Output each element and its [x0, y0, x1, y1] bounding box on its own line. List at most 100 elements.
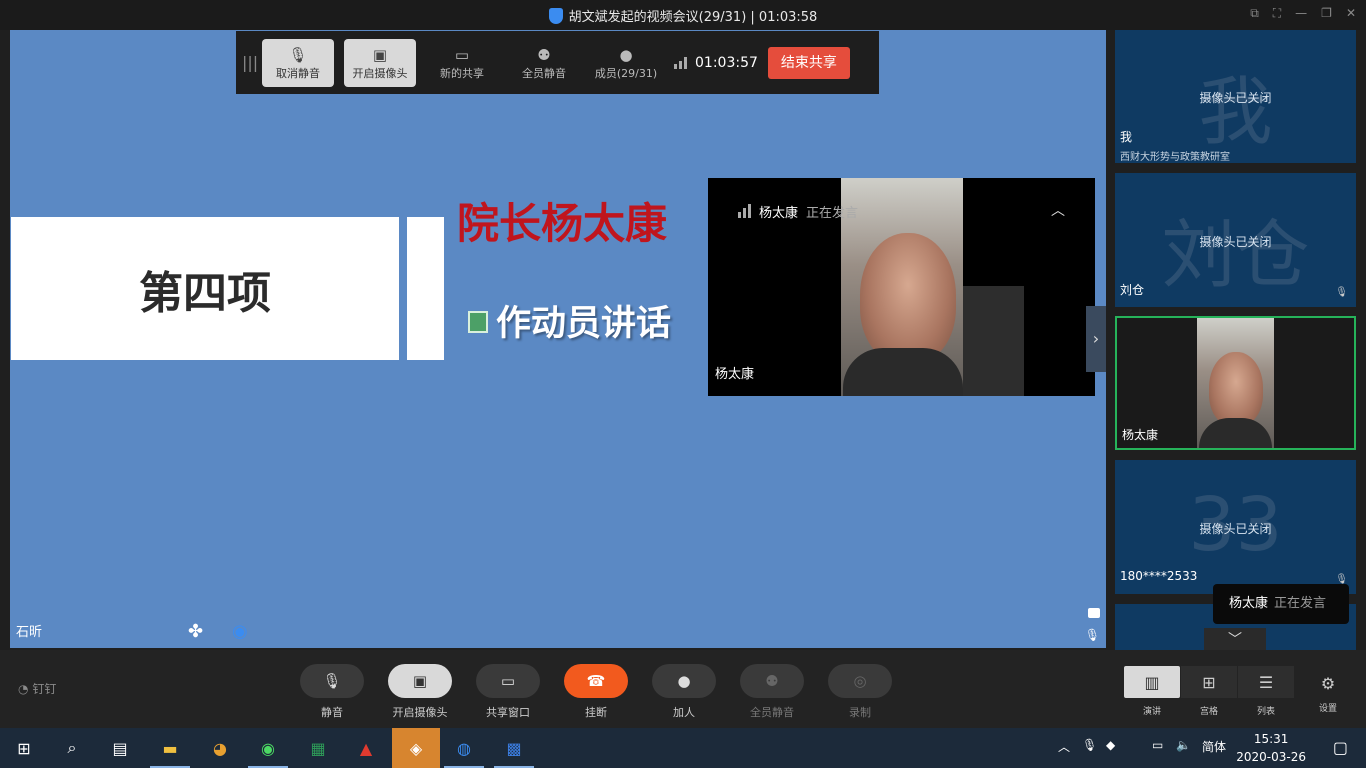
speaker-face	[860, 233, 956, 363]
folder-icon: ▬	[162, 738, 178, 758]
clock-time: 15:31	[1253, 732, 1289, 746]
speaker-body	[843, 348, 963, 396]
browser-icon: ◉	[232, 621, 248, 642]
mute-button[interactable]: 🎙 静音	[300, 664, 364, 720]
taskbar-excel[interactable]: ▦	[294, 728, 342, 768]
tray-shield-icon[interactable]: ◆	[1106, 738, 1115, 752]
slide-topic: 作动员讲话	[468, 295, 671, 346]
chat-icon[interactable]	[1088, 608, 1100, 618]
battery-icon[interactable]: ▭	[1152, 738, 1163, 752]
tray-expand-icon[interactable]: ︿	[1058, 738, 1070, 755]
signal-icon	[674, 56, 687, 69]
record-button[interactable]: ◎ 录制	[828, 664, 892, 720]
slide-section-box: 第四项	[11, 217, 399, 360]
new-share-button[interactable]: ▭ 新的共享	[426, 39, 498, 87]
tile-name: 我	[1120, 130, 1133, 144]
slide-decor-bar	[407, 217, 444, 360]
mute-all-bottom-button[interactable]: ⚉ 全员静音	[740, 664, 804, 720]
view-list-button[interactable]: ☰ 列表	[1238, 666, 1294, 717]
slide-topic-text: 作动员讲话	[496, 304, 672, 344]
timer-text: 01:03:57	[695, 54, 758, 71]
add-person-button[interactable]: ● 加人	[652, 664, 716, 720]
start-camera-bottom-button[interactable]: ▣ 开启摄像头	[388, 664, 452, 720]
mic-muted-icon: 🎙	[1084, 628, 1100, 642]
meeting-timer: 01:03:57	[674, 55, 758, 71]
unmute-button[interactable]: 🎙 取消静音	[262, 38, 334, 87]
view-grid-button[interactable]: ⊞ 宫格	[1181, 666, 1237, 717]
record-icon: ◎	[828, 664, 892, 698]
participant-video	[1197, 318, 1274, 448]
hang-up-button[interactable]: ☎ 挂断	[564, 664, 628, 720]
tile-name: 杨太康	[1122, 428, 1159, 442]
main-participant-label: 石昕	[16, 625, 43, 640]
word-icon: ▩	[506, 738, 522, 758]
taskbar-dingtalk[interactable]: ◈	[392, 728, 440, 768]
settings-button[interactable]: ⚙ 设置	[1310, 674, 1346, 714]
clock-date: 2020-03-26	[1236, 750, 1306, 764]
scroll-down-button[interactable]: ﹀	[1204, 628, 1266, 652]
taskbar-word[interactable]: ▩	[490, 728, 538, 768]
taskbar-clock[interactable]: 15:31 2020-03-26	[1236, 730, 1306, 766]
taskbar-wechat[interactable]: ◉	[244, 728, 292, 768]
mute-all-bottom-label: 全员静音	[750, 706, 794, 719]
fullscreen-icon[interactable]: ⛶	[1273, 6, 1281, 21]
speaker-view-icon: ▥	[1124, 666, 1180, 698]
taskbar-browser[interactable]: ◕	[196, 728, 244, 768]
window-controls: ⧉ ⛶ — ❐ ✕	[1250, 6, 1356, 21]
video-gray-block	[963, 286, 1024, 396]
task-view-button[interactable]: ▤	[96, 728, 144, 768]
view-speaker-button[interactable]: ▥ 演讲	[1124, 666, 1180, 717]
taskbar-meeting[interactable]: ◍	[440, 728, 488, 768]
participant-tile-liucang[interactable]: 刘仓 摄像头已关闭 刘仓 🎙	[1115, 173, 1356, 307]
task-view-icon: ▤	[112, 738, 128, 758]
app-brand-label: 钉钉	[32, 682, 57, 696]
search-button[interactable]: ⌕	[48, 728, 96, 768]
mic-icon: 🎙	[300, 664, 364, 698]
chevron-right-icon: ›	[1092, 329, 1100, 348]
start-camera-button[interactable]: ▣ 开启摄像头	[344, 38, 416, 87]
search-icon: ⌕	[67, 738, 77, 757]
window-titlebar: 胡文斌发起的视频会议(29/31) | 01:03:58 ⧉ ⛶ — ❐ ✕	[0, 0, 1366, 30]
mute-all-icon: ⚉	[537, 45, 551, 64]
popout-icon[interactable]: ⧉	[1250, 6, 1259, 21]
meeting-icon: ◍	[457, 738, 471, 758]
collapse-icon[interactable]: ︿	[1051, 200, 1065, 220]
start-button[interactable]: ⊞	[0, 728, 48, 768]
volume-icon[interactable]: 🔈	[1176, 738, 1191, 752]
participant-tile-self[interactable]: 我 摄像头已关闭 我 西财大形势与政策教研室	[1115, 30, 1356, 163]
taskbar-file-explorer[interactable]: ▬	[146, 728, 194, 768]
taskbar-pdf[interactable]: ▲	[342, 728, 390, 768]
restore-icon[interactable]: ❐	[1321, 6, 1332, 21]
ime-indicator[interactable]: 简体	[1202, 738, 1226, 755]
close-icon[interactable]: ✕	[1346, 6, 1356, 21]
next-page-button[interactable]: ›	[1086, 306, 1106, 372]
member-icon: ●	[619, 45, 633, 64]
participant-tile-2533[interactable]: 33 摄像头已关闭 180****2533 🎙	[1115, 460, 1356, 594]
mute-all-button[interactable]: ⚉ 全员静音	[508, 39, 580, 87]
add-person-icon: ●	[652, 664, 716, 698]
members-button[interactable]: ● 成员(29/31)	[590, 39, 662, 87]
wechat-icon: ◉	[261, 738, 275, 758]
minimize-icon[interactable]: —	[1295, 6, 1307, 21]
grid-view-icon: ⊞	[1181, 666, 1237, 698]
toast-name: 杨太康	[1229, 596, 1269, 611]
tile-subtitle: 西财大形势与政策教研室	[1120, 152, 1230, 163]
drag-handle-icon[interactable]: |||	[242, 53, 258, 72]
camera-off-icon: ▣	[372, 45, 388, 64]
mic-off-icon: 🎙	[288, 45, 308, 64]
share-window-button[interactable]: ▭ 共享窗口	[476, 664, 540, 720]
notification-icon[interactable]: ▢	[1333, 738, 1348, 757]
tray-mic-icon[interactable]: 🎙	[1082, 738, 1097, 752]
speaker-video[interactable]: 杨太康 正在发言 ︿ 杨太康	[708, 178, 1095, 396]
tile-camera-status: 摄像头已关闭	[1199, 235, 1272, 249]
members-label: 成员(29/31)	[594, 66, 658, 80]
participant-tile-yangtaikang[interactable]: 杨太康	[1115, 316, 1356, 450]
end-share-button[interactable]: 结束共享	[767, 46, 850, 79]
hang-up-icon: ☎	[564, 664, 628, 698]
camera-off-icon: ▣	[388, 664, 452, 698]
dingtalk-icon: ◔	[18, 682, 29, 696]
hang-up-label: 挂断	[585, 706, 607, 719]
share-window-label: 共享窗口	[486, 706, 530, 719]
view-grid-label: 宫格	[1199, 707, 1218, 717]
pdf-icon: ▲	[359, 738, 373, 758]
